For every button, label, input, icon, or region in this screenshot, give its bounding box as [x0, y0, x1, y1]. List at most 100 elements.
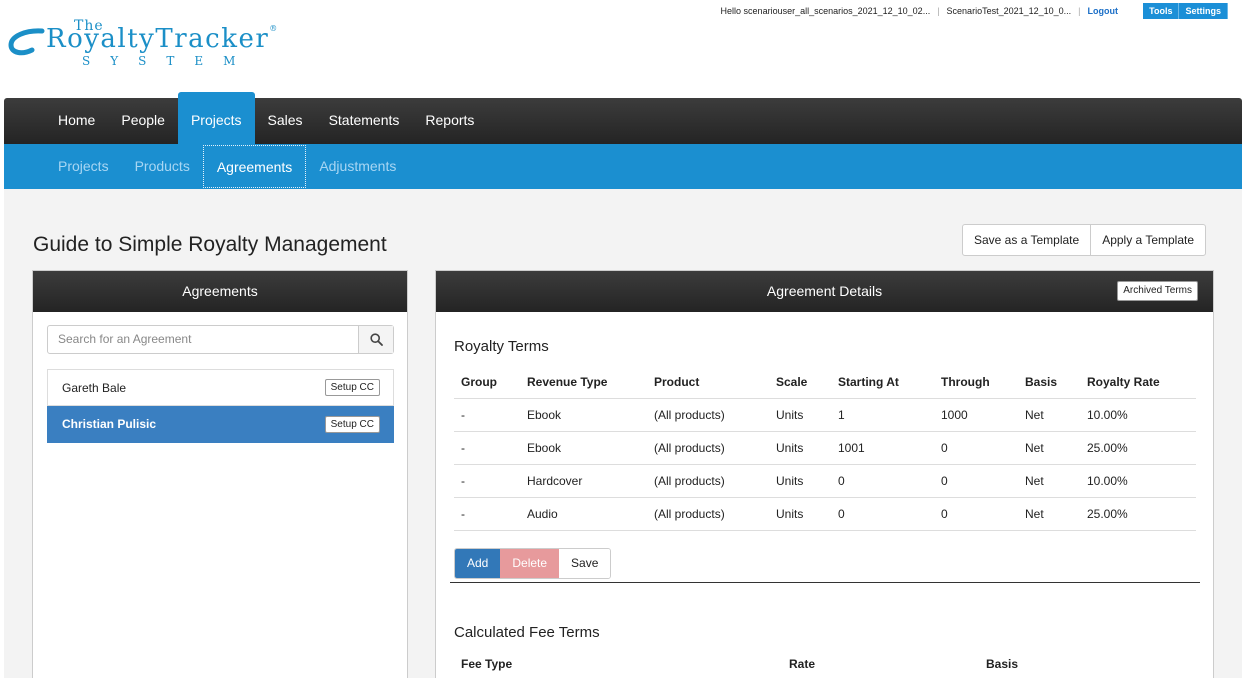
settings-button[interactable]: Settings: [1179, 3, 1228, 19]
agreements-panel: Agreements Search for an Agreement Garet…: [32, 270, 408, 678]
table-cell: Units: [769, 398, 831, 432]
template-buttons: Save as a Template Apply a Template: [962, 224, 1207, 256]
table-cell: 0: [934, 497, 1018, 531]
col-fee-type[interactable]: Fee Type: [454, 657, 782, 671]
table-cell: -: [454, 497, 520, 531]
subnav-agreements[interactable]: Agreements: [202, 145, 307, 188]
user-bar: Hello scenariouser_all_scenarios_2021_12…: [714, 6, 1125, 16]
agreement-search-input[interactable]: Search for an Agreement: [48, 326, 358, 353]
table-row[interactable]: - Audio (All products) Units 0 0 Net 25.00%: [454, 497, 1196, 531]
nav-reports[interactable]: Reports: [412, 98, 487, 144]
archived-terms-button[interactable]: Archived Terms: [1117, 281, 1198, 301]
calculated-fee-terms-title: Calculated Fee Terms: [454, 624, 600, 641]
col-scale[interactable]: Scale: [769, 366, 831, 399]
account-link[interactable]: ScenarioTest_2021_12_10_0...: [940, 6, 1079, 16]
agreement-item-selected[interactable]: Christian Pulisic Setup CC: [47, 406, 394, 443]
col-rate[interactable]: Rate: [782, 657, 979, 671]
col-starting-at[interactable]: Starting At: [831, 366, 934, 399]
setup-cc-button[interactable]: Setup CC: [324, 379, 380, 396]
fee-table-header: Fee Type Rate Basis: [454, 657, 1196, 671]
table-cell: Units: [769, 464, 831, 498]
page-title: Guide to Simple Royalty Management: [33, 233, 387, 256]
table-cell: 0: [934, 464, 1018, 498]
table-header-row: Group Revenue Type Product Scale Startin…: [454, 366, 1196, 399]
tools-button[interactable]: Tools: [1143, 3, 1180, 19]
table-row[interactable]: - Ebook (All products) Units 1 1000 Net 10.00%: [454, 398, 1196, 432]
apply-template-button[interactable]: Apply a Template: [1090, 225, 1205, 255]
royalty-terms-table: Group Revenue Type Product Scale Startin…: [454, 366, 1196, 531]
table-cell: Net: [1018, 431, 1080, 465]
table-cell: 1000: [934, 398, 1018, 432]
agreements-header: Agreements: [33, 271, 407, 312]
col-through[interactable]: Through: [934, 366, 1018, 399]
table-cell: 0: [831, 497, 934, 531]
royaltytracker-logo[interactable]: The RoyaltyTracker® SYSTEM: [8, 18, 298, 72]
table-cell: Net: [1018, 464, 1080, 498]
royalty-terms-title: Royalty Terms: [454, 338, 549, 355]
col-basis[interactable]: Basis: [979, 657, 1018, 671]
nav-statements[interactable]: Statements: [316, 98, 413, 144]
table-cell: 25.00%: [1080, 431, 1196, 465]
table-cell: (All products): [647, 497, 769, 531]
main-nav: Home People Projects Sales Statements Re…: [4, 92, 1242, 144]
table-cell: Net: [1018, 497, 1080, 531]
subnav-adjustments[interactable]: Adjustments: [306, 145, 409, 188]
table-cell: 1: [831, 398, 934, 432]
table-cell: Hardcover: [520, 464, 647, 498]
agreement-details-header: Agreement Details Archived Terms: [436, 271, 1213, 312]
table-cell: -: [454, 398, 520, 432]
col-product[interactable]: Product: [647, 366, 769, 399]
agreement-name: Christian Pulisic: [62, 417, 157, 431]
table-cell: 1001: [831, 431, 934, 465]
col-group[interactable]: Group: [454, 366, 520, 399]
tool-buttons: Tools Settings: [1143, 3, 1228, 19]
nav-sales[interactable]: Sales: [255, 98, 316, 144]
add-button[interactable]: Add: [455, 549, 501, 578]
agreement-details-title: Agreement Details: [766, 283, 883, 299]
logo-system: SYSTEM: [82, 54, 256, 68]
nav-people[interactable]: People: [108, 98, 178, 144]
table-cell: (All products): [647, 398, 769, 432]
greeting-text: Hello scenariouser_all_scenarios_2021_12…: [720, 6, 931, 16]
agreement-name: Gareth Bale: [62, 380, 127, 395]
search-icon: [369, 333, 383, 346]
table-cell: -: [454, 431, 520, 465]
logout-link[interactable]: Logout: [1081, 6, 1126, 16]
table-cell: 10.00%: [1080, 464, 1196, 498]
setup-cc-button[interactable]: Setup CC: [324, 415, 380, 433]
table-cell: Ebook: [520, 431, 647, 465]
table-cell: (All products): [647, 431, 769, 465]
nav-projects[interactable]: Projects: [177, 92, 255, 144]
agreement-search: Search for an Agreement: [47, 325, 394, 354]
agreement-details-panel: Agreement Details Archived Terms Royalty…: [435, 270, 1214, 678]
table-cell: -: [454, 464, 520, 498]
subnav-projects[interactable]: Projects: [45, 145, 122, 188]
table-cell: Units: [769, 431, 831, 465]
table-row[interactable]: - Ebook (All products) Units 1001 0 Net 25.00%: [454, 431, 1196, 465]
table-cell: Units: [769, 497, 831, 531]
sub-nav: Projects Products Agreements Adjustments: [4, 144, 1242, 189]
table-cell: 0: [831, 464, 934, 498]
table-row[interactable]: - Hardcover (All products) Units 0 0 Net 10.00%: [454, 464, 1196, 498]
col-royalty-rate[interactable]: Royalty Rate: [1080, 366, 1196, 399]
delete-button[interactable]: Delete: [500, 549, 560, 578]
agreement-list: Gareth Bale Setup CC Christian Pulisic S…: [47, 369, 394, 443]
search-button[interactable]: [358, 326, 393, 353]
divider: [450, 582, 1200, 583]
table-cell: Ebook: [520, 398, 647, 432]
nav-home[interactable]: Home: [45, 98, 108, 144]
col-revenue-type[interactable]: Revenue Type: [520, 366, 647, 399]
table-cell: 10.00%: [1080, 398, 1196, 432]
subnav-products[interactable]: Products: [122, 145, 203, 188]
table-cell: 0: [934, 431, 1018, 465]
agreement-item[interactable]: Gareth Bale Setup CC: [47, 369, 394, 406]
logo-name: RoyaltyTracker®: [46, 24, 279, 54]
table-cell: Net: [1018, 398, 1080, 432]
table-cell: Audio: [520, 497, 647, 531]
term-actions: Add Delete Save: [454, 548, 612, 579]
save-as-template-button[interactable]: Save as a Template: [963, 225, 1090, 255]
table-cell: 25.00%: [1080, 497, 1196, 531]
logo-swirl-icon: [8, 28, 45, 56]
col-basis[interactable]: Basis: [1018, 366, 1080, 399]
save-button[interactable]: Save: [559, 549, 611, 578]
